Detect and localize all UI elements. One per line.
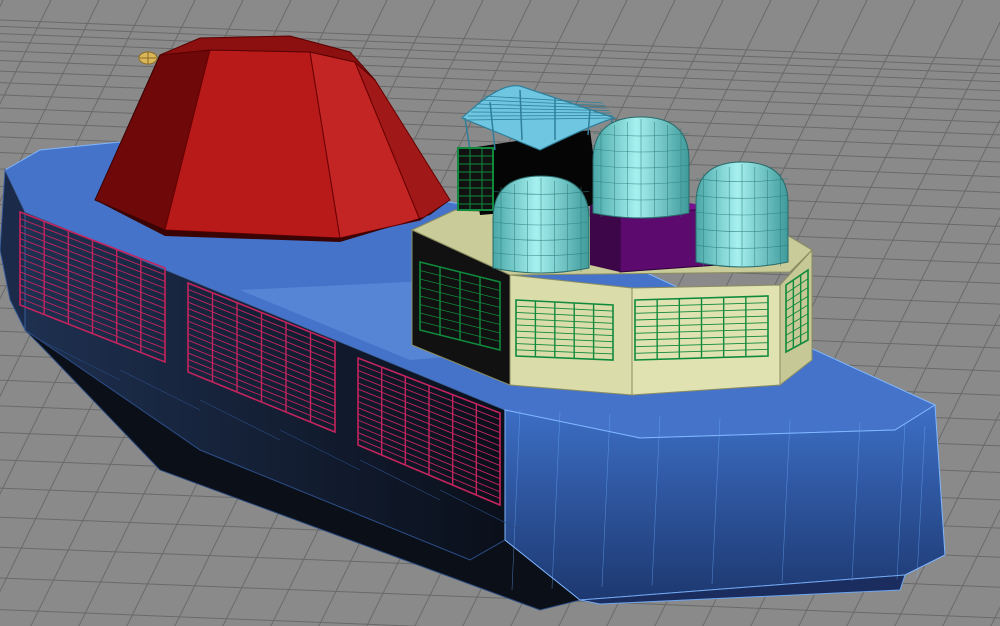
capsule-tank-rear[interactable] [592, 116, 690, 219]
viewport-canvas[interactable] [0, 0, 1000, 626]
pivot-gizmo[interactable] [138, 51, 158, 65]
cabin-front-face-2 [631, 284, 781, 396]
canopy-side-vent [457, 147, 494, 211]
3d-viewport[interactable] [0, 0, 1000, 626]
capsule-tank-left[interactable] [492, 175, 590, 274]
capsule-tank-right[interactable] [695, 161, 789, 268]
